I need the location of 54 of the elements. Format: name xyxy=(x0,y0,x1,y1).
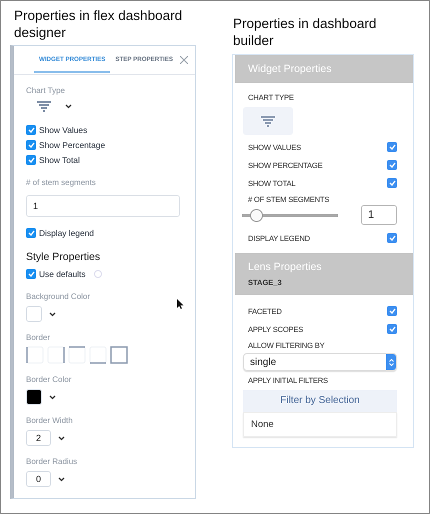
caption: Properties in dashboard builder xyxy=(232,15,378,50)
checkbox[interactable] xyxy=(26,268,36,278)
number-field[interactable]: 2 xyxy=(26,430,51,446)
border-bottom-icon[interactable] xyxy=(89,346,107,364)
border-top-icon[interactable] xyxy=(68,346,86,364)
field-label: Border Width xyxy=(26,416,73,425)
checkbox[interactable] xyxy=(387,233,397,243)
stepper-icon[interactable] xyxy=(388,358,394,366)
border-right-icon[interactable] xyxy=(47,346,65,364)
checkbox[interactable] xyxy=(26,228,36,238)
section-title: Style Properties xyxy=(26,251,100,263)
number-field[interactable]: 0 xyxy=(26,471,51,487)
checkbox[interactable] xyxy=(26,124,36,134)
field-label: Border Color xyxy=(26,375,72,384)
field-label: # of stem segments xyxy=(26,178,96,187)
select-field[interactable]: single xyxy=(243,353,397,371)
input-field[interactable]: 1 xyxy=(26,195,180,217)
cursor-icon xyxy=(177,299,184,309)
chevron-down-icon[interactable] xyxy=(65,104,72,109)
checkbox[interactable] xyxy=(387,160,397,170)
border-all-icon[interactable] xyxy=(110,346,128,364)
checkbox-label: Display legend xyxy=(39,228,94,238)
funnel-chart-icon xyxy=(261,116,275,126)
color-swatch[interactable] xyxy=(26,389,42,405)
chevron-down-icon[interactable] xyxy=(58,476,65,482)
checkbox[interactable] xyxy=(387,306,397,316)
color-swatch[interactable] xyxy=(26,306,42,322)
filter-button[interactable]: Filter by Selection xyxy=(243,390,397,412)
checkbox-label: Show Total xyxy=(39,154,80,164)
checkbox-label: Use defaults xyxy=(39,268,86,278)
chevron-down-icon[interactable] xyxy=(58,436,65,440)
border-left-icon[interactable] xyxy=(26,346,44,364)
close-icon[interactable] xyxy=(180,56,188,64)
chart-type-button[interactable] xyxy=(243,107,293,135)
slider-thumb[interactable] xyxy=(250,208,264,222)
filter-value: None xyxy=(243,412,397,437)
checkbox[interactable] xyxy=(387,142,397,152)
field-label: Border xyxy=(26,333,50,342)
field-label: Chart Type xyxy=(26,86,65,95)
number-field[interactable]: 1 xyxy=(361,205,397,225)
funnel-chart-icon xyxy=(37,101,51,112)
field-label: Border Radius xyxy=(26,457,78,466)
checkbox[interactable] xyxy=(387,178,397,188)
checkbox[interactable] xyxy=(387,324,397,334)
chevron-down-icon[interactable] xyxy=(49,394,56,400)
checkbox-label: Show Values xyxy=(39,124,88,134)
checkbox[interactable] xyxy=(26,140,36,150)
section-title: Lens Properties xyxy=(248,261,323,273)
checkbox-label: Show Percentage xyxy=(39,140,106,150)
section-title: Widget Properties xyxy=(248,63,332,75)
caption: Properties in flex dashboard designer xyxy=(13,7,184,42)
chevron-down-icon[interactable] xyxy=(49,312,56,316)
field-label: Background Color xyxy=(26,292,90,301)
checkbox[interactable] xyxy=(26,154,36,164)
